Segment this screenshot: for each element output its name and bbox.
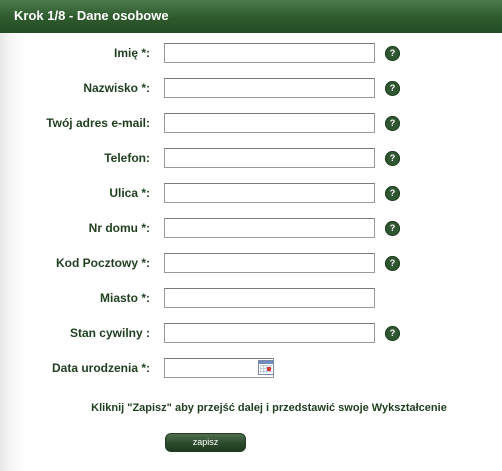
marital-status-label: Stan cywilny : [69, 326, 150, 340]
help-icon[interactable]: ? [385, 221, 400, 236]
birth-date-label: Data urodzenia *: [51, 361, 150, 375]
city-label: Miasto *: [99, 291, 150, 305]
help-icon[interactable]: ? [385, 326, 400, 341]
postal-code-input[interactable] [164, 253, 375, 273]
field-row-birth-date: Data urodzenia *: [0, 358, 502, 380]
field-row-last-name: Nazwisko *: ? [0, 78, 502, 100]
phone-input[interactable] [164, 148, 375, 168]
step-title: Krok 1/8 - Dane osobowe [14, 8, 169, 23]
field-row-postal-code: Kod Pocztowy *: ? [0, 253, 502, 275]
calendar-icon-header [259, 361, 273, 364]
help-icon[interactable]: ? [385, 151, 400, 166]
help-icon[interactable]: ? [385, 116, 400, 131]
last-name-input[interactable] [164, 78, 375, 98]
help-icon[interactable]: ? [385, 256, 400, 271]
form-header: Krok 1/8 - Dane osobowe [0, 0, 502, 33]
postal-code-label: Kod Pocztowy *: [55, 256, 150, 270]
street-label: Ulica *: [109, 186, 150, 200]
field-row-street: Ulica *: ? [0, 183, 502, 205]
calendar-icon-mark [267, 367, 271, 371]
street-input[interactable] [164, 183, 375, 203]
help-icon[interactable]: ? [385, 81, 400, 96]
field-row-house-number: Nr domu *: ? [0, 218, 502, 240]
email-input[interactable] [164, 113, 375, 133]
first-name-input[interactable] [164, 43, 375, 63]
first-name-label: Imię *: [113, 46, 150, 60]
field-row-marital-status: Stan cywilny : ? [0, 323, 502, 345]
help-icon[interactable]: ? [385, 186, 400, 201]
instruction-text: Kliknij "Zapisz" aby przejść dalej i prz… [91, 402, 447, 414]
house-number-input[interactable] [164, 218, 375, 238]
calendar-icon[interactable] [258, 360, 274, 375]
help-icon[interactable]: ? [385, 46, 400, 61]
field-row-email: Twój adres e-mail: ? [0, 113, 502, 135]
field-row-phone: Telefon: ? [0, 148, 502, 170]
phone-label: Telefon: [104, 151, 150, 165]
email-label: Twój adres e-mail: [46, 116, 150, 130]
field-row-city: Miasto *: [0, 288, 502, 310]
house-number-label: Nr domu *: [88, 221, 150, 235]
save-button[interactable]: zapisz [165, 433, 246, 452]
city-input[interactable] [164, 288, 375, 308]
last-name-label: Nazwisko *: [83, 81, 150, 95]
field-row-first-name: Imię *: ? [0, 43, 502, 65]
marital-status-input[interactable] [164, 323, 375, 343]
